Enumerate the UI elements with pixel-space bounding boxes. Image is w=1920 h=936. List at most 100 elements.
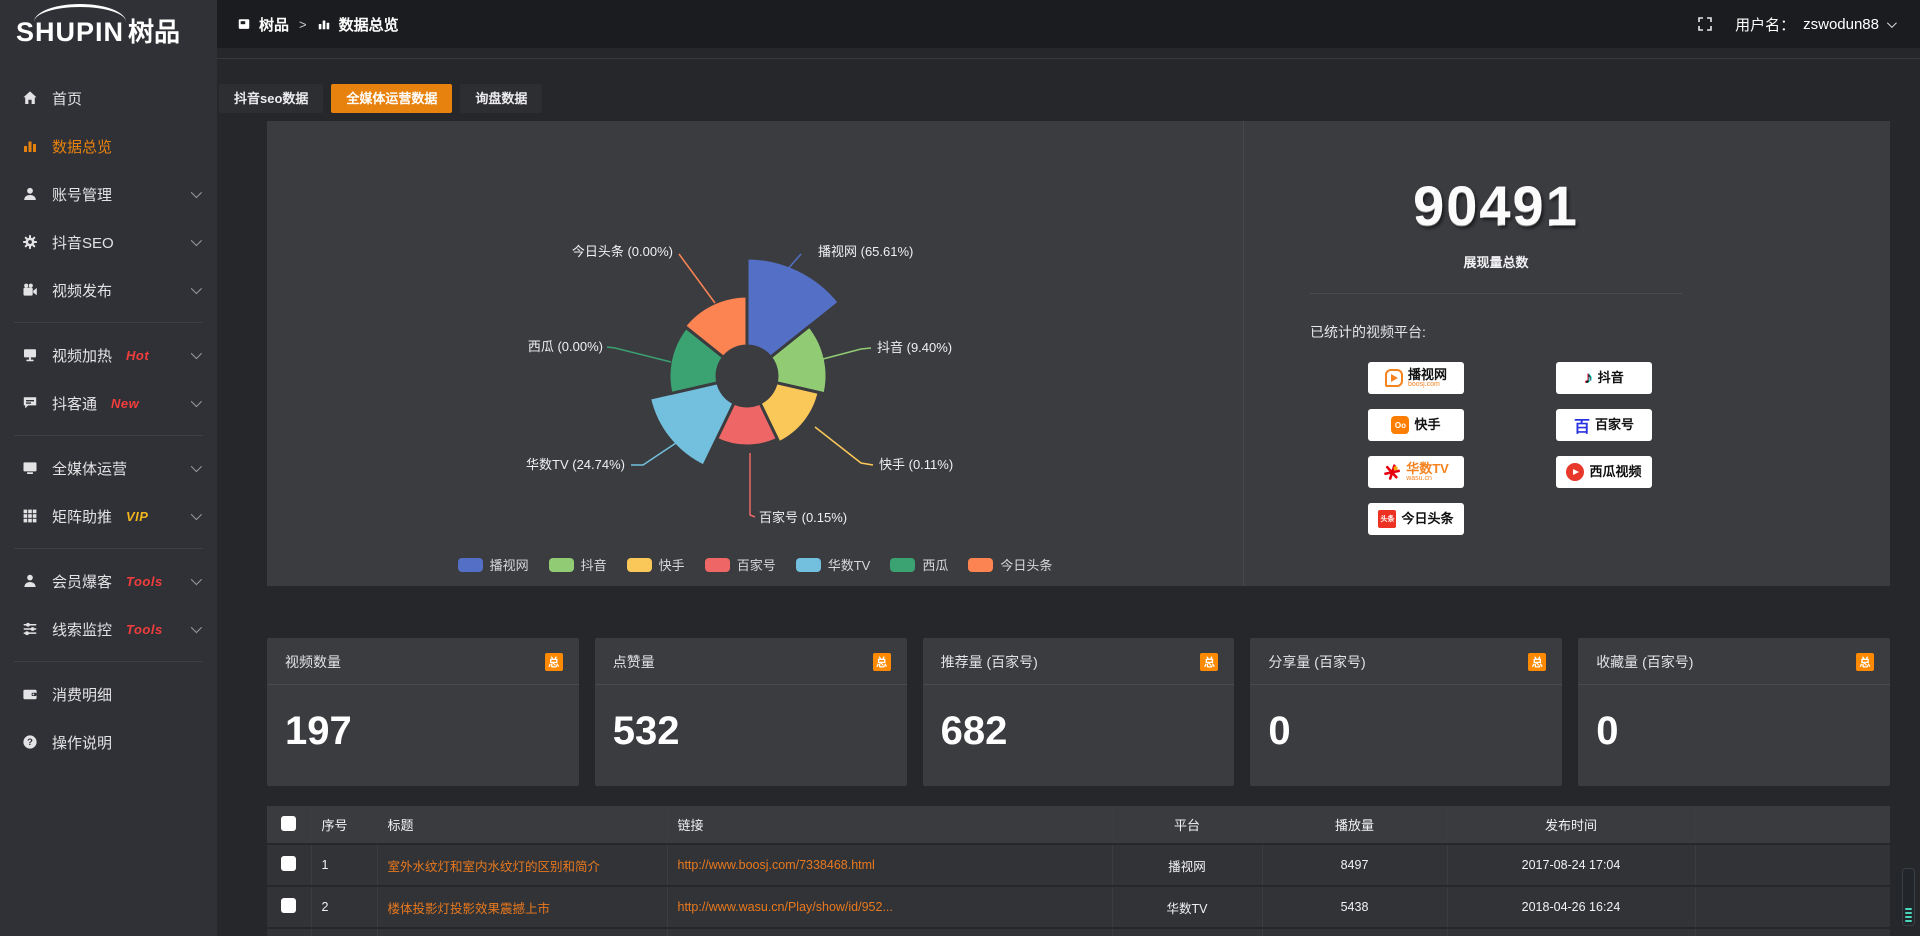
tab-bar: 抖音seo数据全媒体运营数据询盘数据	[219, 84, 1890, 113]
chevron-down-icon	[1887, 18, 1897, 28]
stat-card-3: 分享量 (百家号)总0	[1250, 638, 1562, 786]
row-checkbox[interactable]	[281, 856, 296, 871]
user-icon	[22, 186, 38, 202]
sidebar-item-9[interactable]: 会员爆客Tools	[0, 557, 217, 605]
stat-card-label: 收藏量 (百家号)	[1596, 652, 1693, 672]
tab-0[interactable]: 抖音seo数据	[219, 84, 323, 113]
legend-item-播视网[interactable]: 播视网	[458, 555, 529, 574]
stat-card-header: 收藏量 (百家号) 总	[1578, 638, 1890, 685]
platform-badge-抖音: ♪抖音	[1556, 362, 1652, 394]
douyin-logo-icon: ♪	[1584, 368, 1593, 388]
boosj-logo-icon	[1385, 369, 1403, 387]
row-checkbox[interactable]	[281, 898, 296, 913]
sidebar-item-7[interactable]: 全媒体运营	[0, 444, 217, 492]
scrollbar-widget[interactable]	[1902, 868, 1915, 926]
sidebar-item-1[interactable]: 数据总览	[0, 122, 217, 170]
legend-swatch	[705, 558, 730, 572]
legend-item-快手[interactable]: 快手	[627, 555, 685, 574]
pie-slice-华数TV[interactable]	[650, 383, 735, 466]
pie-label-百家号: 百家号 (0.15%)	[759, 510, 847, 525]
sidebar-divider	[14, 548, 203, 549]
sidebar-item-10[interactable]: 线索监控Tools	[0, 605, 217, 653]
cell-no	[311, 928, 377, 936]
home-icon	[22, 90, 38, 106]
stat-card-2: 推荐量 (百家号)总682	[923, 638, 1235, 786]
label-line-抖音	[823, 348, 871, 359]
cell-title[interactable]: 室外水纹灯和室内水纹灯的区别和简介	[377, 844, 667, 886]
legend-item-抖音[interactable]: 抖音	[549, 555, 607, 574]
tab-2[interactable]: 询盘数据	[460, 84, 542, 113]
platform-name: 华数TV	[1406, 462, 1449, 476]
stat-card-label: 视频数量	[285, 652, 341, 672]
logo-arc-decoration	[34, 4, 126, 22]
monitor-icon	[22, 460, 38, 476]
sidebar-item-3[interactable]: 抖音SEO	[0, 218, 217, 266]
cell-platform	[1112, 928, 1262, 936]
label-line-百家号	[750, 453, 755, 517]
chat-icon	[22, 395, 38, 411]
select-all-checkbox[interactable]	[281, 816, 296, 831]
legend-item-西瓜[interactable]: 西瓜	[890, 555, 948, 574]
pie-label-今日头条: 今日头条 (0.00%)	[572, 244, 673, 259]
cell-link[interactable]: http://www.wasu.cn/Play/show/id/952...	[667, 886, 1112, 928]
legend-label: 华数TV	[828, 555, 871, 574]
legend-item-今日头条[interactable]: 今日头条	[968, 555, 1052, 574]
col-header-time: 发布时间	[1447, 806, 1695, 844]
fullscreen-icon[interactable]	[1697, 16, 1713, 32]
sidebar-divider	[14, 322, 203, 323]
legend-swatch	[890, 558, 915, 572]
legend-label: 百家号	[737, 555, 776, 574]
col-header-plays: 播放量	[1262, 806, 1447, 844]
app-square-icon	[237, 17, 251, 31]
chevron-down-icon	[191, 348, 202, 359]
chevron-down-icon	[191, 461, 202, 472]
user-dropdown[interactable]: 用户名：zswodun88	[1735, 14, 1894, 35]
sidebar-item-6[interactable]: 抖客通New	[0, 379, 217, 427]
sidebar-item-label: 全媒体运营	[52, 458, 127, 479]
sidebar-item-12[interactable]: ?操作说明	[0, 718, 217, 766]
total-badge: 总	[1200, 653, 1218, 671]
sidebar-item-8[interactable]: 矩阵助推VIP	[0, 492, 217, 540]
col-header-link: 链接	[667, 806, 1112, 844]
cell-link[interactable]: http://www.boosj.com/7338468.html	[667, 844, 1112, 886]
sidebar-item-2[interactable]: 账号管理	[0, 170, 217, 218]
pie-label-西瓜: 西瓜 (0.00%)	[528, 339, 603, 354]
sidebar-item-label: 视频加热	[52, 345, 112, 366]
cell-title[interactable]: 楼体投影灯投影效果震撼上市	[377, 886, 667, 928]
baijiahao-logo-icon: 百	[1574, 413, 1590, 437]
legend-label: 快手	[659, 555, 685, 574]
cell-time: 2018-04-26 16:24	[1447, 886, 1695, 928]
sidebar-item-label: 视频发布	[52, 280, 112, 301]
sliders-icon	[22, 621, 38, 637]
cell-link[interactable]	[667, 928, 1112, 936]
sidebar-item-5[interactable]: 视频加热Hot	[0, 331, 217, 379]
sidebar-item-11[interactable]: 消费明细	[0, 670, 217, 718]
legend-item-华数TV[interactable]: 华数TV	[796, 555, 871, 574]
breadcrumb-root[interactable]: 树品	[259, 14, 289, 35]
total-badge: 总	[1856, 653, 1874, 671]
stat-card-header: 视频数量总	[267, 638, 579, 685]
cell-title[interactable]	[377, 928, 667, 936]
platform-name: 百家号	[1595, 418, 1634, 432]
col-header-platform: 平台	[1112, 806, 1262, 844]
legend-label: 抖音	[581, 555, 607, 574]
chart-legend: 播视网 抖音 快手 百家号 华数TV 西瓜 今日头条	[267, 555, 1243, 574]
platform-name: 播视网	[1408, 368, 1447, 382]
sidebar-item-4[interactable]: 视频发布	[0, 266, 217, 314]
sidebar-item-label: 操作说明	[52, 732, 112, 753]
tab-1[interactable]: 全媒体运营数据	[331, 84, 452, 113]
stat-card-header: 推荐量 (百家号)总	[923, 638, 1235, 685]
table-row-2: 2楼体投影灯投影效果震撼上市http://www.wasu.cn/Play/sh…	[267, 886, 1890, 928]
col-header-title: 标题	[377, 806, 667, 844]
chevron-down-icon	[191, 396, 202, 407]
chevron-down-icon	[191, 283, 202, 294]
legend-label: 播视网	[490, 555, 529, 574]
sidebar: SHUPIN树品 首页数据总览账号管理抖音SEO视频发布视频加热Hot抖客通Ne…	[0, 0, 217, 936]
xigua-logo-icon	[1566, 463, 1584, 481]
legend-item-百家号[interactable]: 百家号	[705, 555, 776, 574]
breadcrumb-current[interactable]: 数据总览	[339, 14, 399, 35]
wallet-icon	[22, 686, 38, 702]
sidebar-item-badge: VIP	[126, 509, 148, 524]
sidebar-item-0[interactable]: 首页	[0, 74, 217, 122]
toutiao-logo-icon: 头条	[1378, 510, 1396, 528]
